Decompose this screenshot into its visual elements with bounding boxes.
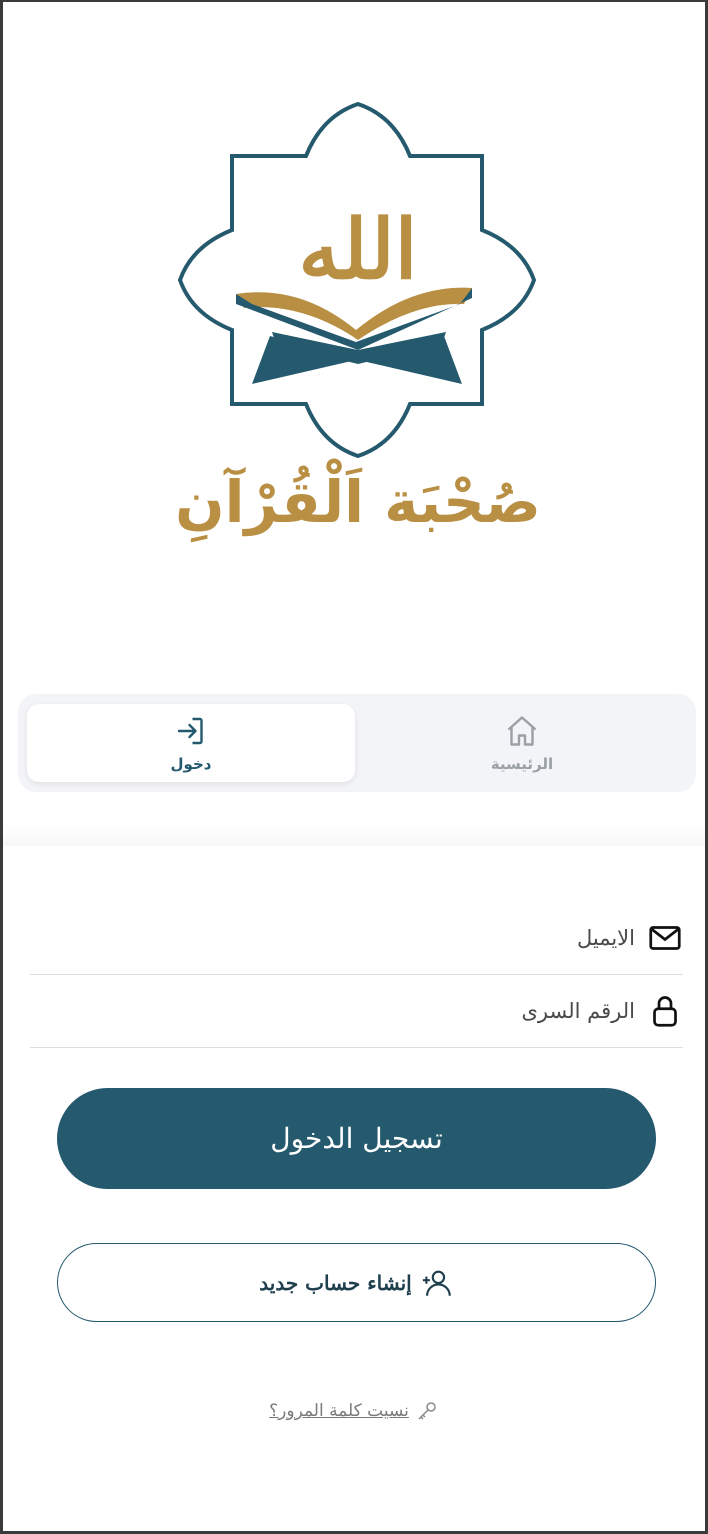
lock-icon — [653, 996, 677, 1027]
tab-home[interactable]: الرئيسية — [358, 704, 686, 782]
forgot-password-label: نسيت كلمة المرور؟ — [269, 1401, 409, 1421]
section-divider — [3, 822, 705, 846]
forgot-password-link[interactable]: نسيت كلمة المرور؟ — [0, 1395, 708, 1427]
email-input[interactable] — [30, 917, 637, 959]
tab-login[interactable]: دخول — [27, 704, 355, 782]
add-user-icon — [422, 1270, 451, 1296]
register-button[interactable]: إنشاء حساب جديد — [57, 1243, 656, 1322]
app-name: صُحْبَة اَلْقُرْآنِ — [175, 458, 541, 542]
tab-login-label: دخول — [170, 755, 212, 773]
login-icon — [177, 717, 203, 745]
mail-icon — [649, 926, 681, 950]
home-icon — [507, 716, 537, 746]
tab-home-label: الرئيسية — [490, 755, 554, 773]
login-button[interactable]: تسجيل الدخول — [57, 1088, 656, 1189]
register-button-label: إنشاء حساب جديد — [259, 1270, 412, 1295]
key-icon — [418, 1402, 436, 1420]
tab-bar: دخول الرئيسية — [18, 694, 696, 792]
app-logo: الله صُحْبَة اَلْقُرْآنِ — [160, 98, 556, 548]
allah-calligraphy: الله — [299, 202, 418, 298]
password-field[interactable] — [30, 975, 683, 1048]
email-field[interactable] — [30, 902, 683, 975]
password-input[interactable] — [30, 990, 637, 1032]
